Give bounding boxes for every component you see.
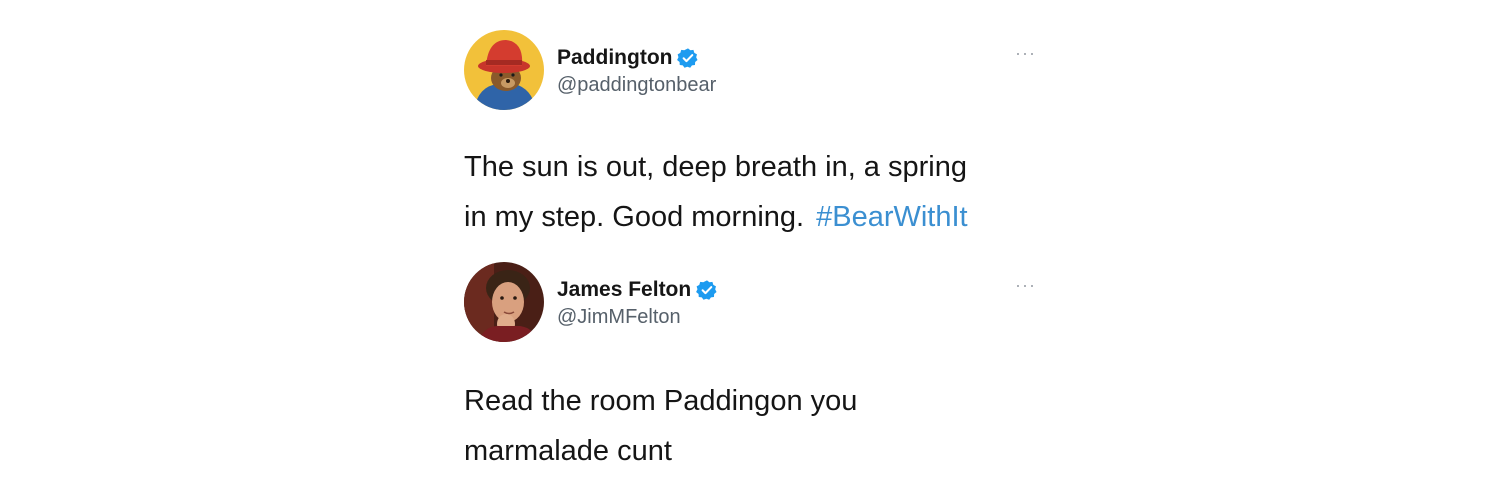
tweet-header: Paddington @paddingtonbear ··· [464,30,1036,112]
user-handle[interactable]: @paddingtonbear [557,74,716,97]
more-options-icon[interactable]: ··· [1015,44,1036,62]
user-handle[interactable]: @JimMFelton [557,306,718,329]
tweet-text-segment: in my step. Good morning. [464,201,805,233]
paddington-bear-avatar[interactable] [464,30,544,110]
tweet-text-line: The sun is out, deep breath in, a spring [464,151,967,183]
tweet-author: Paddington @paddingtonbear [557,44,716,97]
display-name[interactable]: Paddington [557,46,672,70]
display-name[interactable]: James Felton [557,278,691,302]
tweet-text: Read the room Paddingon you marmalade cu… [464,376,1036,476]
tweet-author: James Felton @JimMFelton [557,276,718,329]
tweet-header: James Felton @JimMFelton ··· [464,262,1036,344]
user-photo-avatar[interactable] [464,262,544,342]
tweet-text-line: in my step. Good morning. #BearWithIt [464,192,1036,242]
verified-badge-icon [696,279,718,301]
verified-badge-icon [677,47,699,69]
tweet-text: The sun is out, deep breath in, a spring… [464,142,1036,242]
tweet-card[interactable]: James Felton @JimMFelton ··· Read the ro… [464,262,1036,476]
tweet-text-line: Read the room Paddingon you [464,385,858,417]
more-options-icon[interactable]: ··· [1015,276,1036,294]
tweet-card[interactable]: Paddington @paddingtonbear ··· The sun i… [464,30,1036,242]
tweet-text-line: marmalade cunt [464,435,672,467]
hashtag-link[interactable]: #BearWithIt [816,201,968,233]
